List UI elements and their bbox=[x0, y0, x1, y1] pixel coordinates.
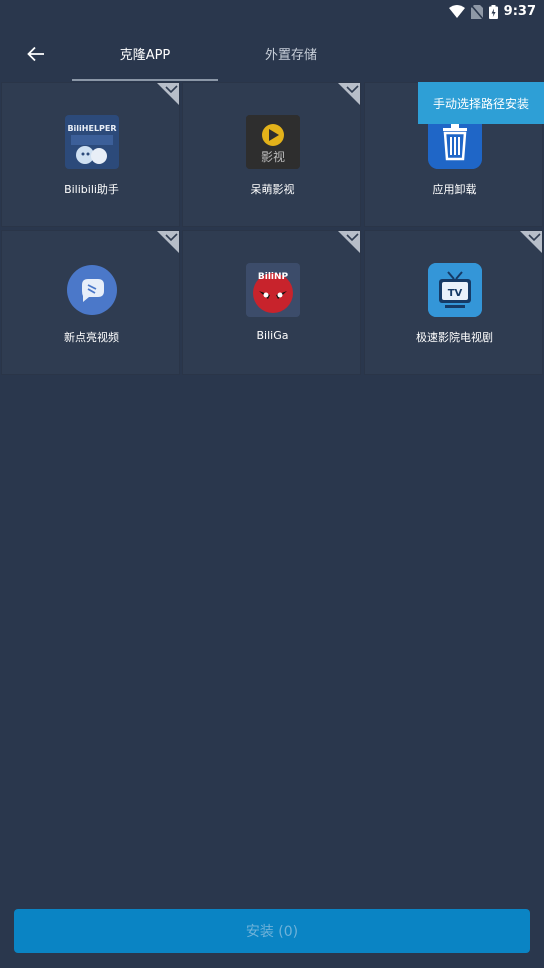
bilihelper-icon: BiliHELPER bbox=[65, 115, 119, 169]
checkbox-corner-icon[interactable] bbox=[520, 231, 542, 253]
bilinp-mascot-icon: BiliNP bbox=[246, 263, 300, 317]
header: 克隆APP 外置存储 bbox=[0, 24, 544, 82]
install-button[interactable]: 安装 (0) bbox=[14, 909, 530, 953]
wifi-icon bbox=[448, 5, 465, 18]
tab-indicator bbox=[72, 79, 218, 81]
app-label: BiliGa bbox=[256, 329, 289, 342]
chat-bubble-icon bbox=[65, 263, 119, 317]
no-sim-icon bbox=[470, 4, 483, 19]
bilihelper-logo-text: BiliHELPER bbox=[67, 124, 116, 133]
checkbox-corner-icon[interactable] bbox=[338, 83, 360, 105]
tab-external-storage[interactable]: 外置存储 bbox=[218, 44, 364, 63]
checkbox-corner-icon[interactable] bbox=[157, 83, 179, 105]
app-cell[interactable]: TV 极速影院电视剧 bbox=[364, 230, 543, 375]
bilinp-logo-text: BiliNP bbox=[258, 272, 289, 282]
app-cell[interactable]: BiliHELPER Bilibili助手 bbox=[1, 82, 180, 227]
app-label: 呆萌影视 bbox=[250, 183, 295, 196]
tab-clone-app[interactable]: 克隆APP bbox=[72, 44, 218, 63]
app-label: 极速影院电视剧 bbox=[416, 331, 493, 344]
status-icons: 9:37 bbox=[448, 4, 536, 19]
app-cell[interactable]: 新点亮视频 bbox=[1, 230, 180, 375]
manual-select-path-button[interactable]: 手动选择路径安装 bbox=[418, 82, 544, 124]
play-video-icon: 影视 bbox=[246, 115, 300, 169]
app-cell[interactable]: BiliNP BiliGa bbox=[182, 230, 361, 375]
arrow-left-icon bbox=[27, 46, 44, 62]
app-label: 应用卸载 bbox=[432, 183, 477, 196]
checkbox-corner-icon[interactable] bbox=[157, 231, 179, 253]
app-label: 新点亮视频 bbox=[64, 331, 119, 344]
tv-icon: TV bbox=[428, 263, 482, 317]
tv-logo-text: TV bbox=[448, 288, 463, 299]
clock: 9:37 bbox=[503, 4, 536, 19]
app-label: Bilibili助手 bbox=[64, 183, 119, 196]
yingshi-logo-text: 影视 bbox=[261, 149, 285, 164]
app-cell[interactable]: 影视 呆萌影视 bbox=[182, 82, 361, 227]
checkbox-corner-icon[interactable] bbox=[338, 231, 360, 253]
battery-charging-icon bbox=[488, 4, 498, 19]
status-bar: 9:37 bbox=[0, 0, 544, 24]
back-button[interactable] bbox=[22, 40, 50, 68]
